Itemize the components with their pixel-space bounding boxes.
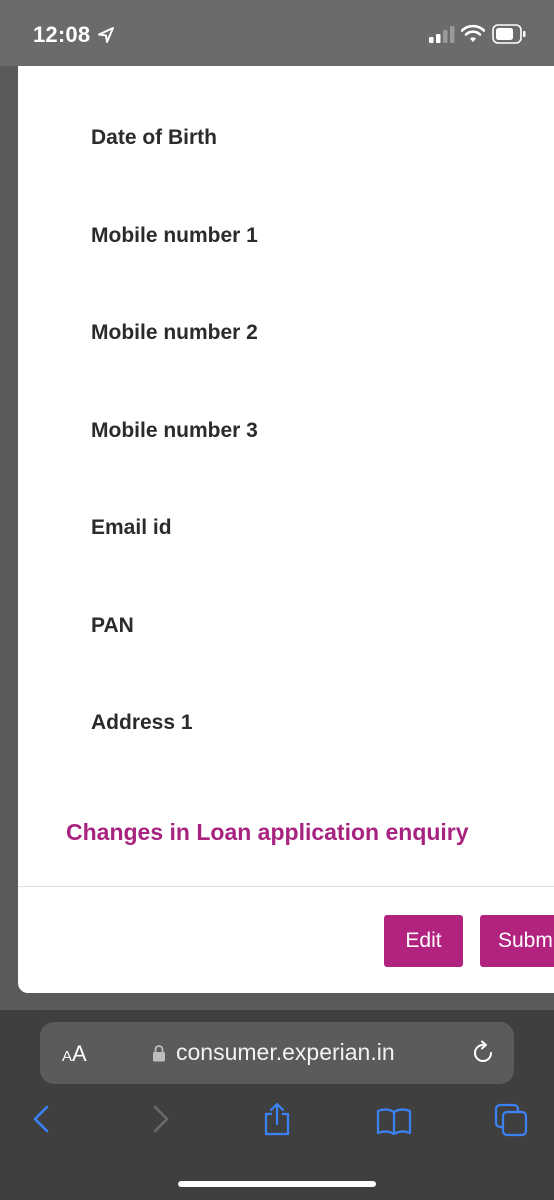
submit-button[interactable]: Subm — [480, 915, 554, 967]
status-time: 12:08 — [33, 22, 91, 47]
location-arrow-icon — [98, 27, 114, 43]
field-label-date-of-birth: Date of Birth — [91, 126, 217, 149]
battery-icon — [492, 24, 526, 44]
bookmarks-icon[interactable] — [376, 1107, 412, 1135]
lock-icon — [153, 1045, 165, 1062]
field-label-mobile-number-1: Mobile number 1 — [91, 224, 258, 247]
cellular-signal-icon — [429, 26, 455, 43]
field-label-email-id: Email id — [91, 516, 172, 539]
field-label-mobile-number-2: Mobile number 2 — [91, 321, 258, 344]
tabs-icon[interactable] — [494, 1103, 528, 1137]
text-size-button[interactable]: AA — [62, 1041, 87, 1067]
field-label-address-1: Address 1 — [91, 711, 193, 734]
back-icon[interactable] — [30, 1104, 52, 1134]
url-text[interactable]: consumer.experian.in — [176, 1039, 395, 1066]
share-icon[interactable] — [262, 1102, 292, 1136]
divider — [18, 886, 554, 887]
reload-icon[interactable] — [470, 1040, 496, 1066]
page-content: Date of Birth Mobile number 1 Mobile num… — [18, 66, 554, 993]
browser-toolbar: AA consumer.experian.in — [0, 1010, 554, 1200]
field-label-mobile-number-3: Mobile number 3 — [91, 419, 258, 442]
address-bar[interactable]: AA consumer.experian.in — [40, 1022, 514, 1084]
section-title: Changes in Loan application enquiry — [66, 819, 469, 845]
edit-button[interactable]: Edit — [384, 915, 463, 967]
wifi-icon — [461, 24, 485, 42]
field-label-pan: PAN — [91, 614, 134, 637]
status-bar: 12:08 — [0, 0, 554, 66]
home-indicator[interactable] — [178, 1181, 376, 1187]
forward-icon[interactable] — [150, 1104, 172, 1134]
